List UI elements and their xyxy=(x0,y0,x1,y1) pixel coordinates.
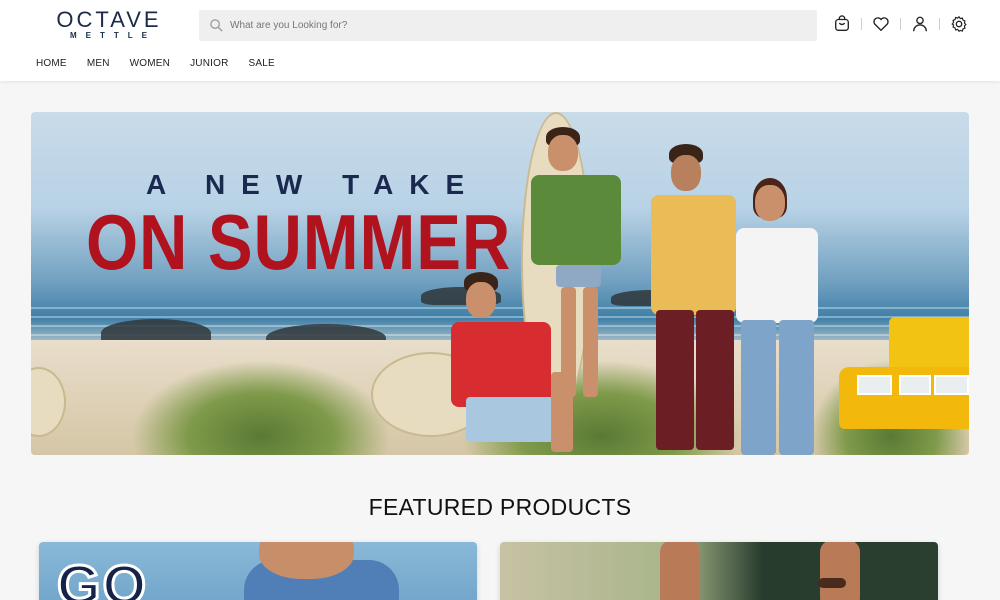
featured-products-title: FEATURED PRODUCTS xyxy=(368,494,632,520)
nav-item-sale[interactable]: SALE xyxy=(249,58,275,69)
brand-name: OCTAVE xyxy=(56,7,162,32)
site-header: OCTAVE METTLE HOME MEN WOMEN JUNIOR SALE xyxy=(0,0,1000,81)
banner-headline-line1: A NEW TAKE xyxy=(146,169,481,200)
nav-item-junior[interactable]: JUNIOR xyxy=(190,58,228,69)
divider xyxy=(939,18,940,30)
product-card-overlay-text: GO xyxy=(55,552,149,600)
search-input[interactable] xyxy=(230,20,790,31)
hero-banner[interactable]: A NEW TAKE ON SUMMER xyxy=(31,112,969,455)
user-icon[interactable] xyxy=(909,13,931,35)
brand-logo[interactable]: OCTAVE METTLE xyxy=(31,7,187,41)
settings-icon[interactable] xyxy=(948,13,970,35)
divider xyxy=(861,18,862,30)
heart-icon[interactable] xyxy=(870,13,892,35)
main-nav: HOME MEN WOMEN JUNIOR SALE xyxy=(36,58,295,69)
nav-item-women[interactable]: WOMEN xyxy=(130,58,170,69)
product-model xyxy=(820,542,860,600)
yellow-van xyxy=(829,317,969,432)
product-model xyxy=(660,542,700,600)
divider xyxy=(900,18,901,30)
cart-icon[interactable] xyxy=(831,13,853,35)
search-bar[interactable] xyxy=(199,10,817,41)
wristband xyxy=(818,578,846,588)
product-card[interactable]: GO xyxy=(39,542,477,600)
banner-headline-line2: ON SUMMER xyxy=(86,198,512,286)
search-icon xyxy=(210,19,223,32)
nav-item-home[interactable]: HOME xyxy=(36,58,67,69)
nav-item-men[interactable]: MEN xyxy=(87,58,110,69)
header-actions xyxy=(831,13,970,35)
beach-grass xyxy=(131,360,391,455)
brand-subtitle: METTLE xyxy=(70,31,156,40)
product-card[interactable] xyxy=(500,542,938,600)
